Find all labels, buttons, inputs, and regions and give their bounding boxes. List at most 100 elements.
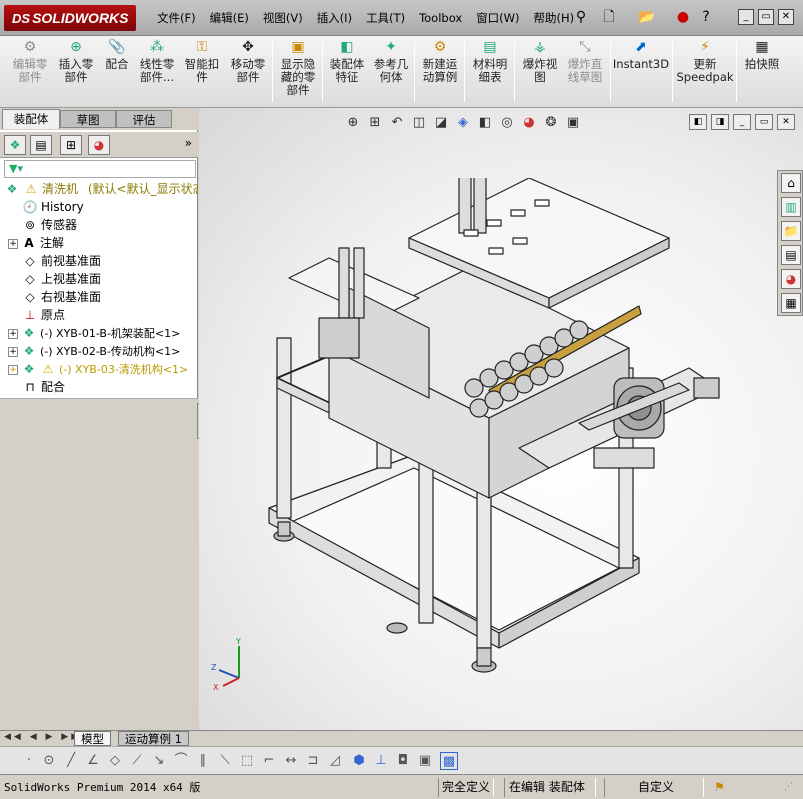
viewport-minimize-button[interactable]: _ [733, 114, 751, 130]
line-icon[interactable]: ╱ [62, 752, 80, 770]
edit-component-button[interactable]: ⚙ 编辑零 部件 [8, 38, 52, 84]
axis-icon[interactable]: ⊥ [372, 752, 390, 770]
tree-item-origin[interactable]: ⊥ 原点 [22, 306, 65, 324]
view-orientation-icon[interactable]: ◈ [454, 114, 472, 132]
cube-icon[interactable]: ⬢ [350, 752, 368, 770]
insert-component-button[interactable]: ⊕ 插入零 部件 [54, 38, 98, 84]
parallel-icon[interactable]: ∥ [194, 752, 212, 770]
graphics-area[interactable]: ⊕ ⊞ ↶ ◫ ◪ ◈ ◧ ◎ ◕ ❂ ▣ ◧ ◨ _ ▭ ✕ ⌂ ▥ 📁 ▤ … [199, 108, 803, 730]
resize-grip-icon[interactable]: ⋰ [784, 779, 793, 796]
assembly-feature-button[interactable]: ◧ 装配体 特征 [326, 38, 368, 84]
tree-filter[interactable]: ▼▾ [4, 160, 196, 178]
tree-item-sensors[interactable]: ⊚ 传感器 [22, 216, 77, 234]
bracket-icon[interactable]: ⊐ [304, 752, 322, 770]
menu-view[interactable]: 视图(V) [256, 10, 310, 26]
viewport-restore-button[interactable]: ▭ [755, 114, 773, 130]
new-motion-study-button[interactable]: ⚙ 新建运 动算例 [418, 38, 462, 84]
view-settings-icon[interactable]: ▣ [564, 114, 582, 132]
close-button[interactable]: ✕ [778, 9, 794, 25]
tab-sketch[interactable]: 草图 [60, 110, 116, 128]
property-manager-icon[interactable]: ▤ [30, 135, 52, 155]
menu-edit[interactable]: 编辑(E) [203, 10, 256, 26]
expand-icon[interactable]: + [8, 238, 18, 249]
angle-icon[interactable]: ∠ [84, 752, 102, 770]
tree-item-annotations[interactable]: + A 注解 [8, 234, 64, 252]
previous-view-icon[interactable]: ↶ [388, 114, 406, 132]
rebuild-icon[interactable]: ⚑ [714, 779, 725, 796]
snapshot-button[interactable]: ▦ 拍快照 [740, 38, 784, 71]
reference-geometry-button[interactable]: ✦ 参考几 何体 [370, 38, 412, 84]
tab-motion-study[interactable]: 运动算例 1 [118, 731, 189, 746]
machine-model[interactable] [249, 178, 769, 718]
expand-icon[interactable]: + [8, 329, 18, 339]
split-view-icon[interactable]: ◧ [689, 114, 707, 130]
dynamic-annotation-icon[interactable]: ◪ [432, 114, 450, 132]
zoom-area-icon[interactable]: ⊞ [366, 114, 384, 132]
appearance-icon[interactable]: ◕ [520, 114, 538, 132]
new-document-icon[interactable]: 🗋 [600, 8, 618, 26]
tree-root[interactable]: ❖ ⚠ 清洗机 (默认<默认_显示状态 [4, 180, 198, 198]
move-component-button[interactable]: ✥ 移动零 部件 [226, 38, 270, 84]
hide-show-icon[interactable]: ◎ [498, 114, 516, 132]
diamond-icon[interactable]: ◇ [106, 752, 124, 770]
tab-evaluate[interactable]: 评估 [116, 110, 172, 128]
restore-button[interactable]: ▭ [758, 9, 774, 25]
open-folder-icon[interactable]: 📂 [638, 8, 656, 26]
menu-tools[interactable]: 工具(T) [359, 10, 412, 26]
tree-item-history[interactable]: 🕘 History [22, 198, 84, 216]
bom-button[interactable]: ▤ 材料明 细表 [468, 38, 512, 84]
display-style-icon[interactable]: ◧ [476, 114, 494, 132]
tab-assembly[interactable]: 装配体 [2, 109, 60, 129]
help-icon[interactable]: ? [697, 8, 715, 26]
pin-icon[interactable]: ⚲ [572, 8, 590, 26]
section-view-icon[interactable]: ◫ [410, 114, 428, 132]
arrow-icon[interactable]: ↘ [150, 752, 168, 770]
point-icon[interactable]: · [20, 752, 38, 770]
menu-window[interactable]: 窗口(W) [469, 10, 526, 26]
rectangle-icon[interactable]: ⬚ [238, 752, 256, 770]
dimension-icon[interactable]: ↔ [282, 752, 300, 770]
split-view-2-icon[interactable]: ◨ [711, 114, 729, 130]
expand-icon[interactable]: + [8, 347, 18, 357]
tree-item-front-plane[interactable]: ◇ 前视基准面 [22, 252, 101, 270]
solidworks-logo[interactable]: DS SOLIDWORKS [4, 5, 136, 31]
display-manager-icon[interactable]: ◕ [88, 135, 110, 155]
linear-pattern-button[interactable]: ⁂ 线性零 部件... [134, 38, 180, 84]
minimize-button[interactable]: _ [738, 9, 754, 25]
tab-model[interactable]: 模型 [74, 731, 111, 746]
view-palette-icon[interactable]: ▤ [781, 245, 801, 265]
menu-toolbox[interactable]: Toolbox [412, 10, 469, 26]
shaded-box-icon[interactable]: ▩ [440, 752, 458, 770]
instant3d-button[interactable]: ⬈ Instant3D [612, 38, 670, 71]
feature-manager-icon[interactable]: ❖ [4, 135, 26, 155]
configuration-manager-icon[interactable]: ⊞ [60, 135, 82, 155]
menu-insert[interactable]: 插入(I) [310, 10, 359, 26]
viewport-close-button[interactable]: ✕ [777, 114, 795, 130]
camera-icon[interactable]: ◘ [394, 752, 412, 770]
show-hidden-button[interactable]: ▣ 显示隐 藏的零 部件 [276, 38, 320, 97]
design-library-icon[interactable]: ▥ [781, 197, 801, 217]
tree-item-top-plane[interactable]: ◇ 上视基准面 [22, 270, 101, 288]
home-icon[interactable]: ⌂ [781, 173, 801, 193]
box-icon[interactable]: ▣ [416, 752, 434, 770]
expand-icon[interactable]: + [8, 365, 18, 375]
scene-icon[interactable]: ❂ [542, 114, 560, 132]
appearances-icon[interactable]: ◕ [781, 269, 801, 289]
tangent-icon[interactable]: ⟋ [128, 752, 146, 770]
expand-panel-icon[interactable]: » [185, 136, 192, 150]
file-explorer-icon[interactable]: 📁 [781, 221, 801, 241]
menu-file[interactable]: 文件(F) [150, 10, 203, 26]
status-units[interactable]: 自定义 [638, 779, 674, 796]
zoom-to-fit-icon[interactable]: ⊕ [344, 114, 362, 132]
tree-item-frame-assembly[interactable]: + ❖ (-) XYB-01-B-机架装配<1> [8, 324, 180, 342]
exploded-view-button[interactable]: ⚶ 爆炸视 图 [518, 38, 562, 84]
tree-item-cleaning-mechanism[interactable]: + ❖ ⚠ (-) XYB-03-清洗机构<1> [8, 360, 188, 378]
custom-properties-icon[interactable]: ▦ [781, 293, 801, 313]
triangle-icon[interactable]: ◿ [326, 752, 344, 770]
mate-button[interactable]: 📎 配合 [100, 38, 134, 71]
corner-icon[interactable]: ⌐ [260, 752, 278, 770]
circle-point-icon[interactable]: ⊙ [40, 752, 58, 770]
tree-item-drive-mechanism[interactable]: + ❖ (-) XYB-02-B-传动机构<1> [8, 342, 180, 360]
smart-fastener-button[interactable]: ⚿ 智能扣 件 [180, 38, 224, 84]
tree-item-mates[interactable]: ⊓ 配合 [22, 378, 65, 396]
